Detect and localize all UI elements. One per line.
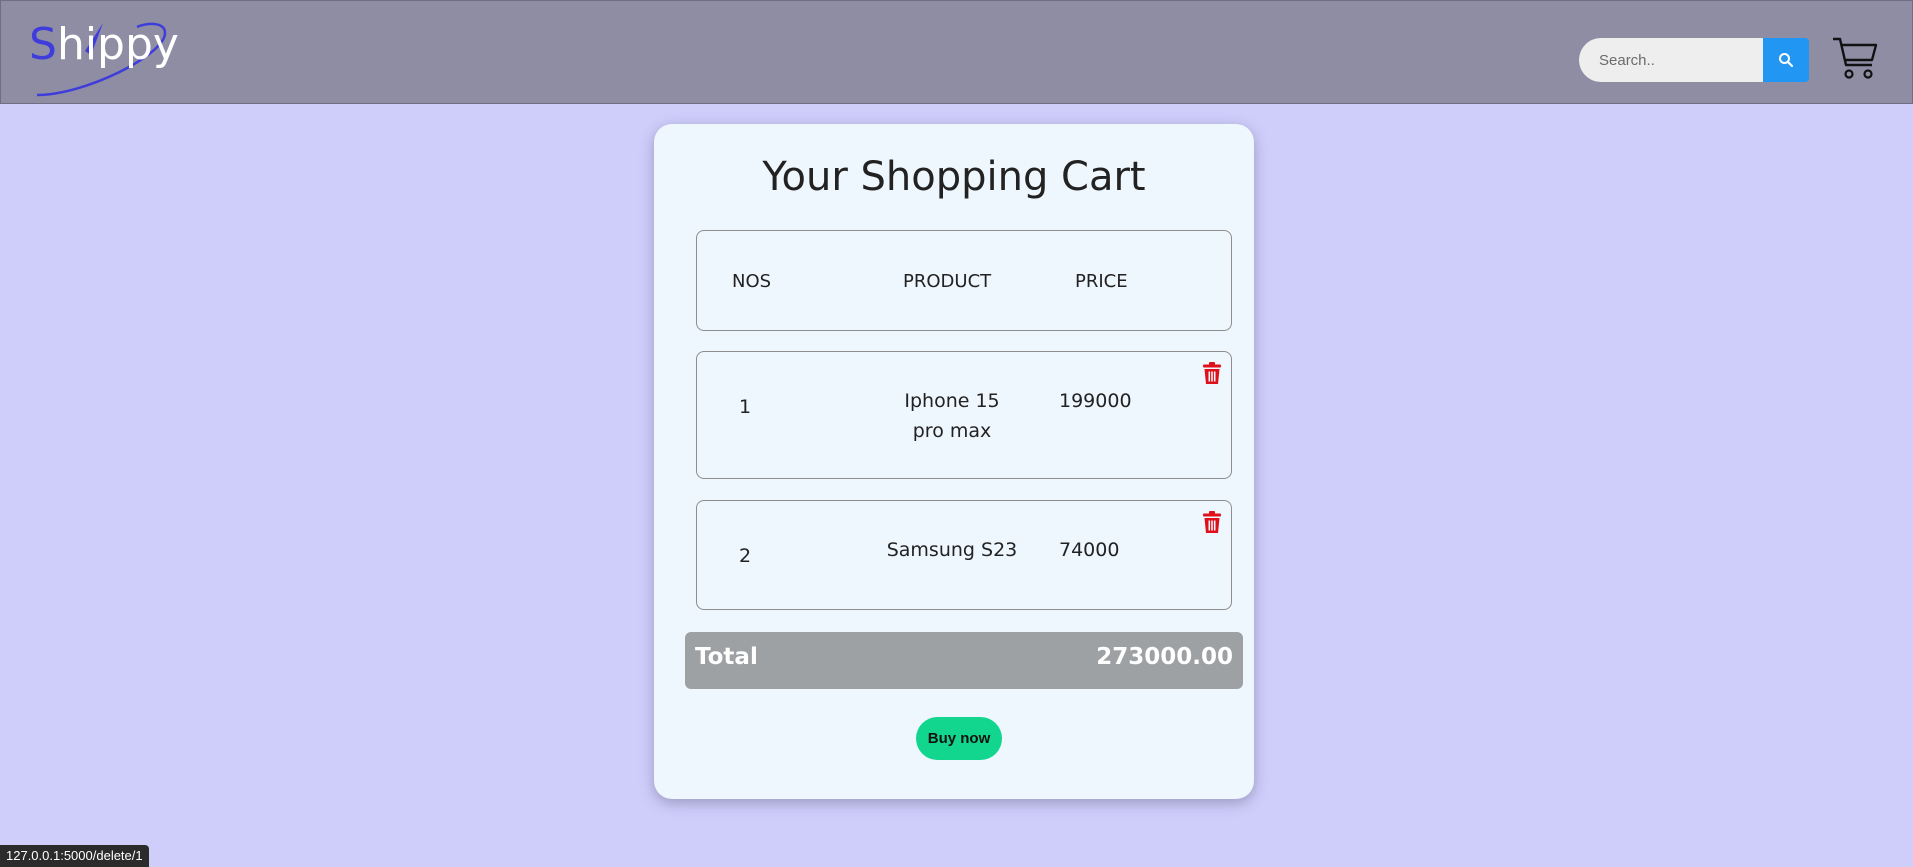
cart-card: Your Shopping Cart NOS PRODUCT PRICE 1 I… <box>654 124 1254 799</box>
logo-rest: hippy <box>56 19 179 70</box>
search-button[interactable] <box>1763 38 1809 82</box>
item-product-line2: pro max <box>912 420 992 442</box>
logo-text: Shippy <box>29 19 179 70</box>
cart-item-row: 1 Iphone 15 pro max 199000 <box>696 351 1232 479</box>
trash-icon[interactable] <box>1203 511 1221 533</box>
logo-initial: S <box>29 19 57 70</box>
navbar: Shippy <box>0 0 1913 104</box>
trash-icon[interactable] <box>1203 362 1221 384</box>
search-bar <box>1579 38 1809 82</box>
cart-item-row: 2 Samsung S23 74000 <box>696 500 1232 610</box>
buy-now-button[interactable]: Buy now <box>916 717 1002 760</box>
search-icon <box>1779 53 1794 68</box>
page-title: Your Shopping Cart <box>762 154 1146 200</box>
total-bar: Total 273000.00 <box>685 632 1243 689</box>
item-product-line1: Iphone 15 <box>904 390 1000 412</box>
header-price: PRICE <box>1075 271 1128 292</box>
item-price: 74000 <box>1059 539 1120 561</box>
item-product-line1: Samsung S23 <box>886 539 1018 561</box>
item-nos: 1 <box>739 396 752 418</box>
search-input[interactable] <box>1579 38 1763 82</box>
total-value: 273000.00 <box>1096 644 1233 670</box>
item-price: 199000 <box>1059 390 1132 412</box>
header-product: PRODUCT <box>903 271 992 292</box>
item-nos: 2 <box>739 545 752 567</box>
cart-header-row: NOS PRODUCT PRICE <box>696 230 1232 331</box>
item-product: Iphone 15 pro max <box>877 386 1027 446</box>
header-nos: NOS <box>732 271 772 292</box>
shippy-logo[interactable]: Shippy <box>25 15 179 101</box>
item-product: Samsung S23 <box>867 535 1037 565</box>
cart-icon[interactable] <box>1831 33 1879 81</box>
status-bar-url: 127.0.0.1:5000/delete/1 <box>0 845 149 867</box>
total-label: Total <box>695 644 758 670</box>
